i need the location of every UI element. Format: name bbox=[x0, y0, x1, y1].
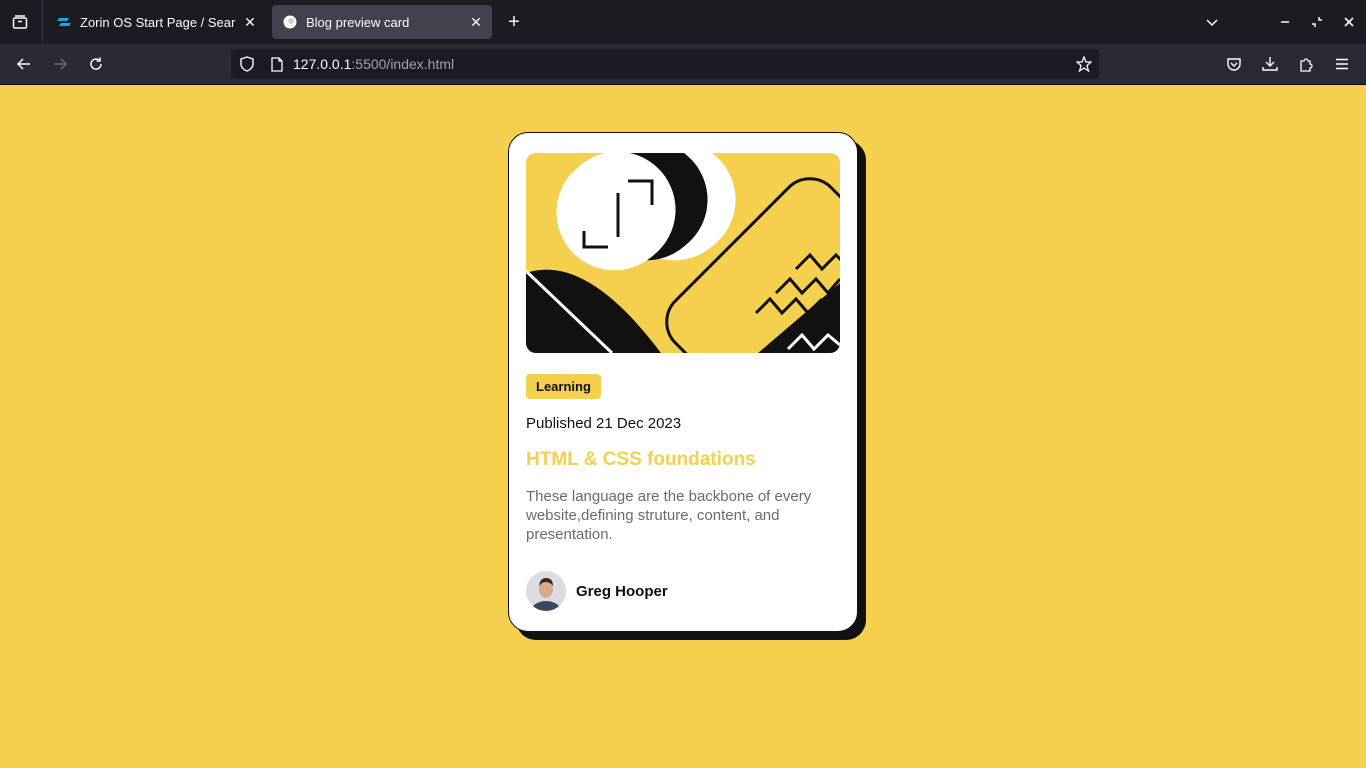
forward-icon[interactable] bbox=[44, 48, 76, 80]
page-favicon-icon bbox=[282, 14, 298, 30]
blog-preview-card: Learning Published 21 Dec 2023 HTML & CS… bbox=[508, 132, 858, 632]
url-bar[interactable]: 127.0.0.1:5500/index.html bbox=[231, 49, 1099, 79]
nav-bar: 127.0.0.1:5500/index.html bbox=[0, 44, 1366, 85]
tab-separator bbox=[42, 0, 43, 44]
published-date: Published 21 Dec 2023 bbox=[526, 415, 682, 432]
new-tab-icon[interactable]: + bbox=[498, 6, 530, 38]
restore-icon[interactable] bbox=[1301, 6, 1333, 38]
bookmark-star-icon[interactable] bbox=[1075, 55, 1093, 73]
close-window-icon[interactable] bbox=[1333, 6, 1365, 38]
tab-blog-preview-card[interactable]: Blog preview card ✕ bbox=[272, 5, 492, 39]
back-icon[interactable] bbox=[8, 48, 40, 80]
shield-icon[interactable] bbox=[239, 56, 255, 72]
zorin-icon bbox=[56, 14, 72, 30]
reload-icon[interactable] bbox=[80, 48, 112, 80]
tab-overview-icon[interactable] bbox=[4, 6, 36, 38]
close-icon[interactable]: ✕ bbox=[464, 10, 488, 34]
category-tag: Learning bbox=[526, 374, 601, 399]
url-host: 127.0.0.1 bbox=[293, 56, 352, 72]
url-path: :5500/index.html bbox=[351, 56, 455, 72]
page-viewport: Learning Published 21 Dec 2023 HTML & CS… bbox=[0, 85, 1366, 768]
minimize-icon[interactable] bbox=[1269, 6, 1301, 38]
close-icon[interactable]: ✕ bbox=[238, 10, 262, 34]
list-all-tabs-icon[interactable] bbox=[1196, 6, 1228, 38]
page-icon[interactable] bbox=[269, 56, 285, 72]
author-name: Greg Hooper bbox=[576, 582, 668, 600]
tab-zorin-start-page[interactable]: Zorin OS Start Page / Sear ✕ bbox=[46, 5, 266, 39]
menu-icon[interactable] bbox=[1326, 48, 1358, 80]
downloads-icon[interactable] bbox=[1254, 48, 1286, 80]
tab-title: Zorin OS Start Page / Sear bbox=[80, 14, 236, 30]
tab-title: Blog preview card bbox=[306, 14, 410, 30]
card-title[interactable]: HTML & CSS foundations bbox=[526, 449, 840, 471]
tab-bar: Zorin OS Start Page / Sear ✕ Blog previe… bbox=[0, 0, 1366, 44]
pocket-icon[interactable] bbox=[1218, 48, 1250, 80]
card-illustration bbox=[526, 153, 840, 353]
avatar bbox=[526, 571, 566, 611]
card-description: These language are the backbone of every… bbox=[526, 488, 812, 543]
extensions-icon[interactable] bbox=[1290, 48, 1322, 80]
author: Greg Hooper bbox=[526, 571, 668, 611]
